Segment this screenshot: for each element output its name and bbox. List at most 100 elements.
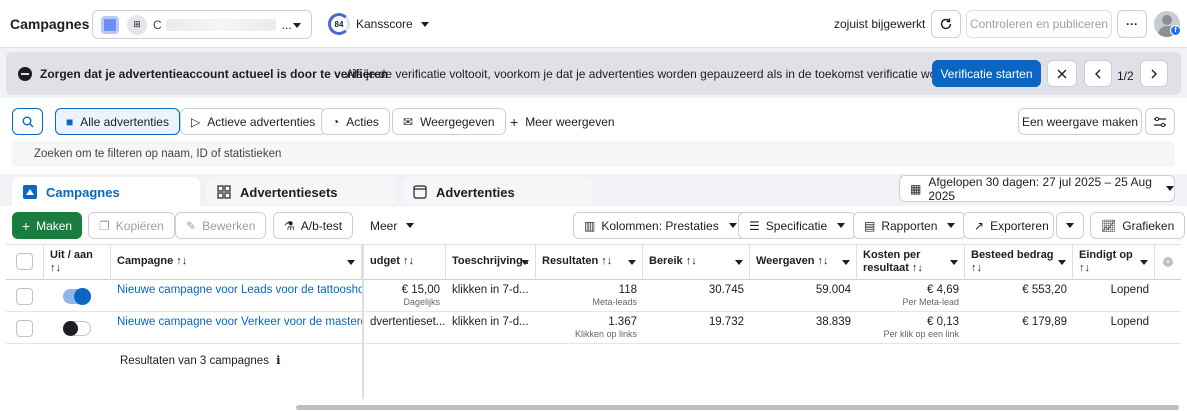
account-selector[interactable]: ⊞ C ... (92, 10, 312, 39)
header-spent[interactable]: Besteed bedrag ↑↓ (965, 245, 1073, 280)
list-icon: ☰ (749, 218, 760, 233)
chevron-down-icon (735, 260, 743, 265)
search-input[interactable]: Zoeken om te filteren op naam, ID of sta… (12, 141, 1175, 167)
close-banner-button[interactable] (1047, 60, 1077, 87)
calendar-icon: ▦ (910, 181, 922, 196)
header-cost-per-result[interactable]: Kosten per resultaat ↑↓ (857, 245, 965, 280)
filter-active-ads[interactable]: ▷ Actieve advertenties (180, 108, 327, 135)
columns-dropdown[interactable]: ▥ Kolommen: Prestaties (573, 212, 748, 239)
date-range-picker[interactable]: ▦ Afgelopen 30 dagen: 27 jul 2025 – 25 A… (899, 175, 1175, 203)
row-checkbox[interactable] (16, 288, 33, 305)
budget-cell: € 15,00 Dagelijks (364, 280, 446, 312)
sliders-icon (1154, 116, 1166, 127)
next-button[interactable] (1140, 60, 1168, 87)
chevron-down-icon (728, 223, 737, 228)
export-dropdown[interactable] (1056, 212, 1084, 239)
tab-campaigns[interactable]: Campagnes (12, 177, 200, 207)
page-title: Campagnes (10, 15, 90, 32)
campaign-name-link[interactable]: Nieuwe campagne voor Verkeer voor de mas… (111, 312, 362, 344)
select-all-checkbox[interactable] (16, 253, 33, 270)
ends-cell: Lopend (1110, 284, 1149, 296)
filter-all-ads-label: Alle advertenties (80, 114, 169, 129)
chevron-down-icon (1140, 260, 1148, 265)
columns-label: Kolommen: Prestaties (601, 218, 719, 233)
more-options-button[interactable]: ··· (1117, 10, 1147, 38)
tab-adsets[interactable]: Advertentiesets (206, 177, 396, 207)
account-type-icon: ⊞ (127, 14, 147, 35)
folder-icon: ■ (66, 114, 74, 129)
reports-dropdown[interactable]: ▤ Rapporten (853, 212, 967, 239)
header-campaign[interactable]: Campagne ↑↓ (111, 245, 362, 280)
tab-ads[interactable]: Advertenties (402, 177, 592, 207)
campaign-name-link[interactable]: Nieuwe campagne voor Leads voor de tatto… (111, 280, 362, 312)
ab-test-button[interactable]: ⚗ A/b-test (273, 212, 354, 239)
row-checkbox[interactable] (16, 320, 33, 337)
more-button[interactable]: Meer (370, 212, 415, 239)
actions-icon: ◔ (332, 114, 340, 129)
more-label: Meer (370, 218, 398, 233)
cost-value: € 4,69 (927, 284, 959, 296)
prev-button[interactable] (1084, 60, 1112, 87)
header-reach[interactable]: Bereik ↑↓ (643, 245, 750, 280)
header-impressions-label: Weergaven ↑↓ (756, 255, 829, 267)
export-button[interactable]: ↗ Exporteren (963, 212, 1054, 239)
header-impressions[interactable]: Weergaven ↑↓ (750, 245, 857, 280)
banner-heading: Zorgen dat je advertentieaccount actueel… (40, 67, 389, 81)
review-publish-button[interactable]: Controleren en publiceren (966, 10, 1112, 38)
table-row[interactable]: Nieuwe campagne voor Leads voor de tatto… (6, 280, 1181, 312)
edit-button[interactable]: ✎ Bewerken (175, 212, 267, 239)
header-cost-label-2: resultaat ↑↓ (863, 262, 923, 274)
campaign-toggle[interactable] (63, 321, 91, 336)
results-value: 1.367 (608, 316, 637, 328)
minus-circle-icon (18, 67, 32, 81)
table-row[interactable]: Nieuwe campagne voor Verkeer voor de mas… (6, 312, 1181, 344)
more-views-button[interactable]: + Meer weergeven (510, 108, 615, 135)
filter-actions[interactable]: ◔ Acties (321, 108, 390, 135)
impressions-cell: 38.839 (815, 316, 851, 328)
horizontal-scrollbar[interactable] (296, 405, 1179, 410)
header-budget[interactable]: udget ↑↓ (364, 245, 446, 280)
banner-pager: 1/2 (1117, 69, 1134, 83)
view-settings-button[interactable] (1145, 108, 1175, 135)
header-results-label: Resultaten ↑↓ (542, 255, 613, 267)
specification-dropdown[interactable]: ☰ Specificatie (738, 212, 857, 239)
make-button[interactable]: + Maken (12, 212, 82, 239)
header-reach-label: Bereik ↑↓ (649, 255, 697, 267)
budget-value: dvertentieset... (370, 316, 446, 328)
header-on-off[interactable]: Uit / aan ↑↓ (44, 245, 111, 280)
header-select (6, 245, 44, 280)
search-button[interactable] (12, 108, 43, 135)
filter-all-ads[interactable]: ■ Alle advertenties (55, 108, 180, 135)
start-verification-button[interactable]: Verificatie starten (932, 60, 1041, 87)
header-attribution[interactable]: Toeschrijving.. (446, 245, 536, 280)
attribution-cell: klikken in 7-d... (452, 316, 529, 328)
campaign-toggle[interactable] (63, 288, 91, 305)
spent-cell: € 553,20 (1022, 284, 1067, 296)
refresh-button[interactable] (931, 10, 961, 38)
filter-viewed[interactable]: ✉ Weergegeven (392, 108, 506, 135)
add-column-icon[interactable]: + (1163, 257, 1173, 267)
filter-viewed-label: Weergegeven (420, 114, 495, 129)
info-icon[interactable]: ℹ (276, 355, 280, 367)
chevron-down-icon (947, 223, 956, 228)
header-ends[interactable]: Eindigt op ↑↓ (1073, 245, 1155, 280)
chevron-down-icon (950, 260, 958, 265)
last-updated: zojuist bijgewerkt (834, 17, 926, 31)
charts-button[interactable]: 📈︎ Grafieken (1090, 212, 1186, 239)
header-spent-label: Besteed bedrag (971, 249, 1054, 261)
banner-text: Als je de verificatie voltooit, voorkom … (346, 67, 993, 81)
frozen-column-divider[interactable] (362, 244, 364, 399)
header-campaign-label: Campagne ↑↓ (117, 255, 188, 267)
header-results[interactable]: Resultaten ↑↓ (536, 245, 643, 280)
spent-cell: € 179,89 (1022, 316, 1067, 328)
reports-label: Rapporten (881, 218, 938, 233)
score-ring: 84 (328, 13, 350, 35)
account-name: C (153, 17, 162, 32)
account-name-ellipsis: ... (281, 17, 292, 32)
tab-campaigns-label: Campagnes (46, 184, 120, 200)
make-view-button[interactable]: Een weergave maken (1018, 108, 1142, 135)
cost-cell: € 0,13 Per klik op een link (857, 312, 965, 344)
opportunity-score[interactable]: 84 Kansscore (328, 13, 429, 35)
chevron-down-icon (628, 260, 636, 265)
copy-button[interactable]: ❐ Kopiëren (88, 212, 175, 239)
